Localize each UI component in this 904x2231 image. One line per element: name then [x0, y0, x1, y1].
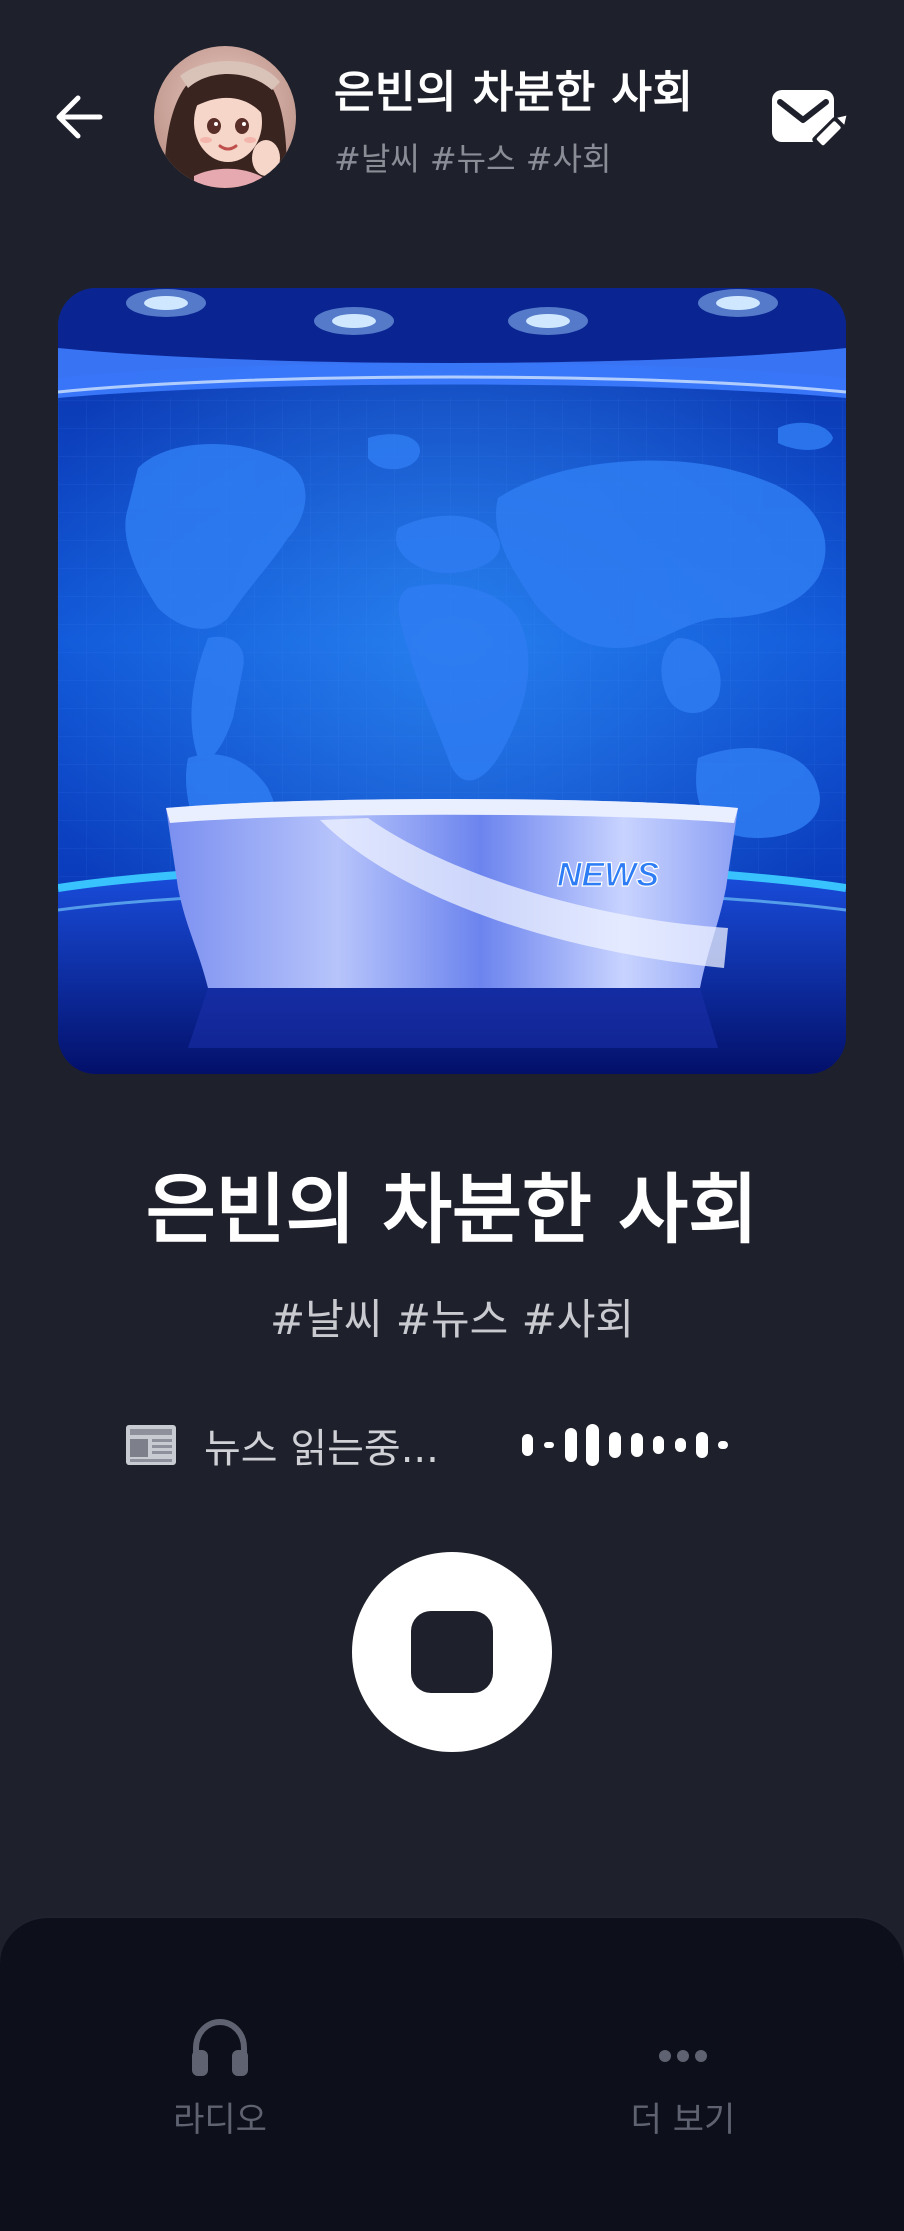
program-cover-image: NEWS — [58, 288, 846, 1074]
header-title: 은빈의 차분한 사회 — [334, 67, 694, 118]
stop-button[interactable] — [352, 1552, 552, 1752]
headphones-icon — [192, 2018, 248, 2076]
nav-item-radio[interactable]: 라디오 — [120, 2018, 320, 2141]
stop-icon — [411, 1611, 493, 1693]
message-button[interactable] — [768, 84, 848, 156]
desk-news-label: NEWS — [557, 856, 659, 894]
reading-status: 뉴스 읽는중... — [124, 1410, 439, 1480]
nav-item-more[interactable]: 더 보기 — [583, 2018, 783, 2141]
header-tags: #날씨 #뉴스 #사회 — [334, 140, 612, 178]
status-text: 뉴스 읽는중... — [204, 1426, 439, 1472]
more-dots-icon — [659, 2050, 707, 2062]
audio-waveform — [522, 1424, 728, 1466]
program-title: 은빈의 차분한 사회 — [145, 1165, 759, 1254]
mail-edit-icon — [772, 90, 847, 150]
arrow-left-icon — [56, 95, 103, 139]
nav-label-more: 더 보기 — [630, 2100, 736, 2140]
newspaper-icon — [126, 1425, 176, 1465]
bottom-navigation: 라디오 더 보기 — [0, 1916, 904, 2231]
back-button[interactable] — [48, 86, 110, 148]
radio-player-screen: 은빈의 차분한 사회 #날씨 #뉴스 #사회 NEWS 은빈의 차분한 사회 #… — [0, 0, 904, 2231]
host-avatar — [154, 46, 296, 188]
program-tags: #날씨 #뉴스 #사회 — [269, 1295, 635, 1344]
nav-label-radio: 라디오 — [173, 2100, 267, 2140]
